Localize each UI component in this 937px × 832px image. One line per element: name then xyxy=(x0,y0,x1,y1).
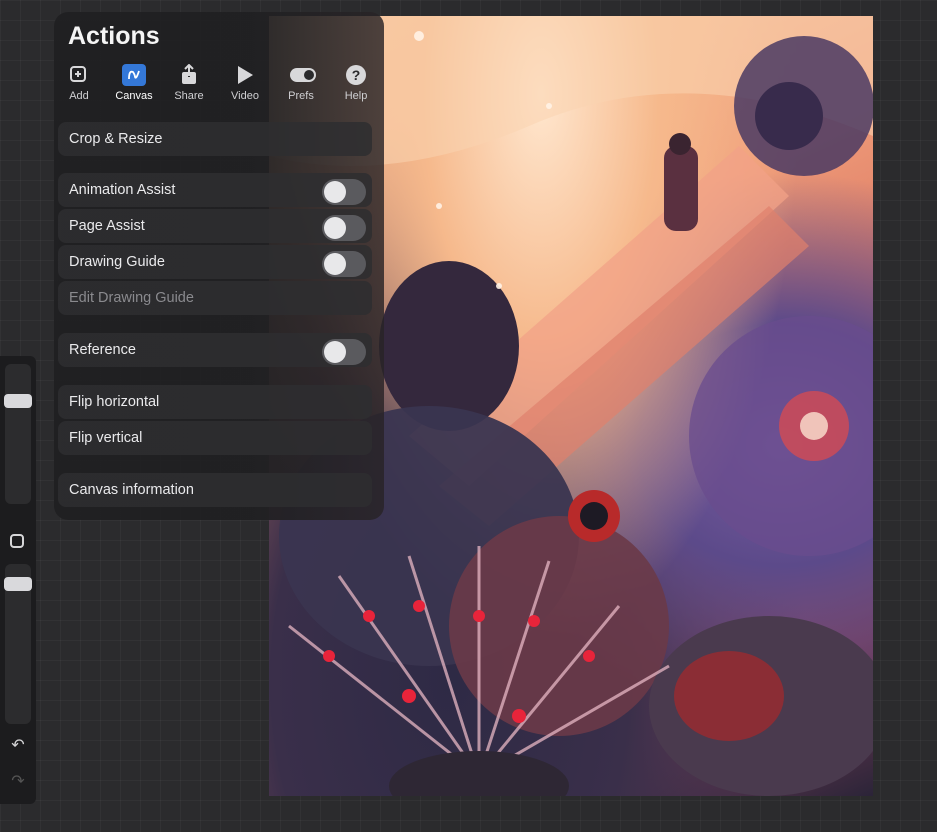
toggle-knob xyxy=(324,217,346,239)
tab-share-label: Share xyxy=(174,90,204,102)
reference-item: Reference xyxy=(58,333,372,367)
tab-canvas-label: Canvas xyxy=(115,90,153,102)
panel-title: Actions xyxy=(68,22,160,50)
tab-add-label: Add xyxy=(69,90,89,102)
opacity-slider[interactable] xyxy=(4,564,32,724)
toggle-icon xyxy=(289,64,316,86)
crop-resize-item[interactable]: Crop & Resize xyxy=(58,122,372,156)
flip-horizontal-item[interactable]: Flip horizontal xyxy=(58,385,372,419)
reference-label: Reference xyxy=(69,342,136,358)
actions-tabs: Add Canvas Share Video Prefs ? Help xyxy=(54,63,384,104)
undo-icon[interactable]: ↶ xyxy=(8,736,28,756)
square-icon[interactable] xyxy=(10,534,24,548)
flip-horizontal-label: Flip horizontal xyxy=(69,394,160,410)
page-assist-label: Page Assist xyxy=(69,218,145,234)
edit-drawing-guide-label: Edit Drawing Guide xyxy=(69,290,194,306)
tab-help-label: Help xyxy=(344,90,368,102)
flip-vertical-item[interactable]: Flip vertical xyxy=(58,421,372,455)
brush-size-slider[interactable] xyxy=(4,364,32,504)
crop-resize-label: Crop & Resize xyxy=(69,131,163,147)
brush-size-thumb[interactable] xyxy=(4,394,32,408)
flip-vertical-label: Flip vertical xyxy=(69,430,143,446)
page-assist-item: Page Assist xyxy=(58,209,372,243)
tab-video-label: Video xyxy=(231,90,259,102)
toggle-knob xyxy=(324,253,346,275)
left-sidebar: ↶ ↷ xyxy=(0,356,36,804)
canvas-information-label: Canvas information xyxy=(69,482,194,498)
toggle-knob xyxy=(324,341,346,363)
tab-share[interactable]: Share xyxy=(164,63,214,102)
tab-help[interactable]: ? Help xyxy=(331,64,381,102)
opacity-thumb[interactable] xyxy=(4,577,32,591)
share-icon xyxy=(177,63,201,86)
drawing-guide-toggle[interactable] xyxy=(322,251,366,277)
tab-canvas[interactable]: Canvas xyxy=(109,64,159,102)
animation-assist-item: Animation Assist xyxy=(58,173,372,207)
tab-video[interactable]: Video xyxy=(220,64,270,102)
canvas-information-item[interactable]: Canvas information xyxy=(58,473,372,507)
animation-assist-label: Animation Assist xyxy=(69,182,176,198)
drawing-guide-label: Drawing Guide xyxy=(69,254,165,270)
page-assist-toggle[interactable] xyxy=(322,215,366,241)
animation-assist-toggle[interactable] xyxy=(322,179,366,205)
drawing-guide-item: Drawing Guide xyxy=(58,245,372,279)
edit-drawing-guide-item: Edit Drawing Guide xyxy=(58,281,372,315)
toggle-knob xyxy=(324,181,346,203)
play-icon xyxy=(233,64,257,86)
actions-panel: Actions Add Canvas Share Video Prefs ? H… xyxy=(54,12,384,520)
redo-icon[interactable]: ↷ xyxy=(8,772,28,792)
canvas-wave-icon xyxy=(122,64,146,86)
svg-text:?: ? xyxy=(352,67,361,83)
add-image-icon xyxy=(67,64,91,86)
reference-toggle[interactable] xyxy=(322,339,366,365)
tab-prefs[interactable]: Prefs xyxy=(276,64,326,102)
question-icon: ? xyxy=(344,64,368,86)
tab-add[interactable]: Add xyxy=(54,64,104,102)
tab-prefs-label: Prefs xyxy=(288,90,314,102)
